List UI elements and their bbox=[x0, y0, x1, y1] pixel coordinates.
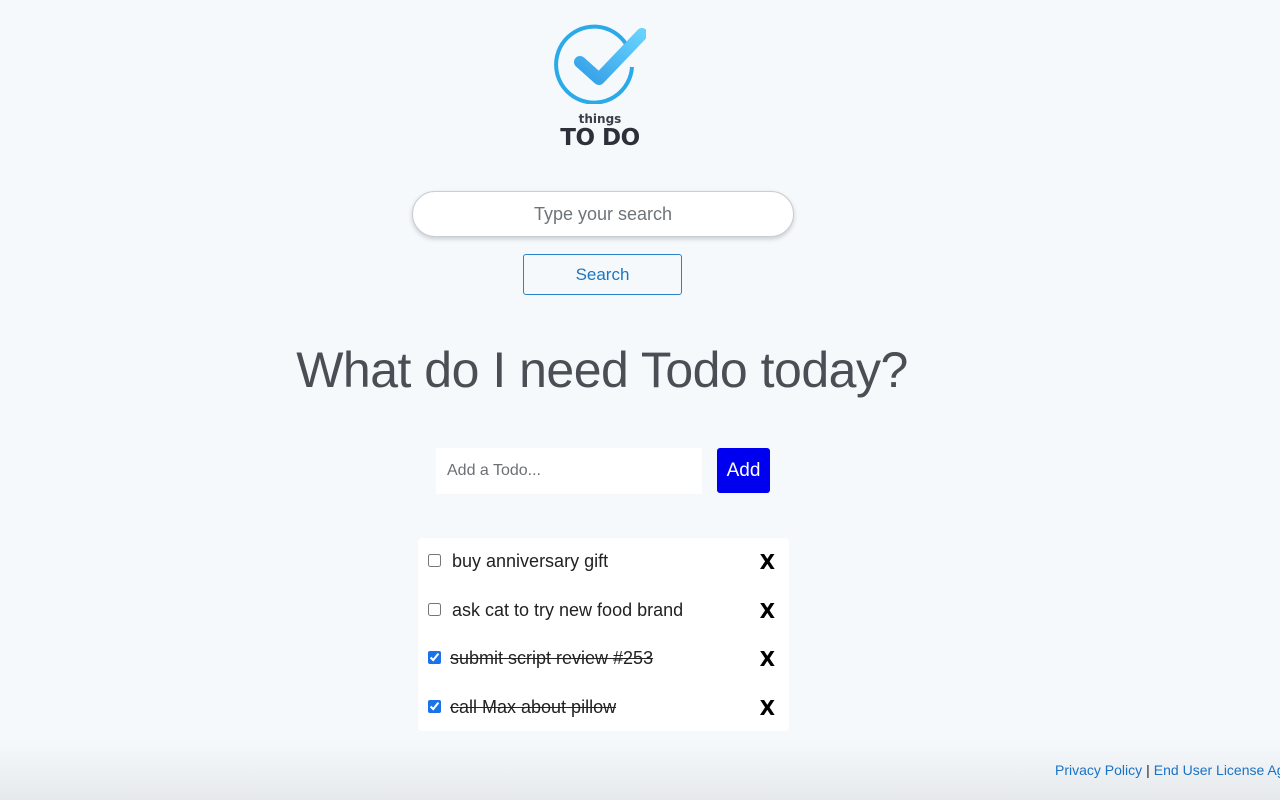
logo-title: TO DO bbox=[560, 125, 640, 151]
add-todo-input[interactable] bbox=[436, 448, 702, 494]
search-input[interactable] bbox=[412, 191, 794, 237]
todo-text: submit script review #253 bbox=[450, 648, 654, 668]
todo-text: call Max about pillow bbox=[450, 696, 617, 717]
checkmark-circle-icon bbox=[554, 24, 646, 104]
todo-text: buy anniversary gift bbox=[452, 551, 609, 571]
logo-small-text: things bbox=[578, 112, 622, 126]
app-logo: things TO DO bbox=[548, 22, 652, 150]
todo-checkbox[interactable] bbox=[428, 554, 441, 567]
todo-text: ask cat to try new food brand bbox=[452, 599, 684, 620]
todo-item: buy anniversary gift X bbox=[418, 538, 789, 587]
todo-checkbox[interactable] bbox=[428, 651, 441, 664]
delete-todo-button[interactable]: X bbox=[760, 647, 775, 671]
todo-item: call Max about pillow X bbox=[418, 684, 789, 733]
delete-todo-button[interactable]: X bbox=[760, 696, 775, 720]
add-todo-button[interactable]: Add bbox=[717, 448, 770, 493]
delete-todo-button[interactable]: X bbox=[760, 599, 775, 623]
footer: Privacy Policy|End User License Agreemen… bbox=[1055, 761, 1280, 779]
eula-link[interactable]: End User License Agreement bbox=[1154, 762, 1280, 778]
page-headline: What do I need Todo today? bbox=[296, 342, 908, 398]
todo-checkbox[interactable] bbox=[428, 699, 441, 713]
footer-separator: | bbox=[1146, 762, 1150, 778]
todo-checkbox[interactable] bbox=[428, 602, 441, 616]
todo-item: ask cat to try new food brand X bbox=[418, 587, 789, 636]
todo-list: buy anniversary gift X ask cat to try ne… bbox=[418, 538, 789, 731]
todo-item: submit script review #253 X bbox=[418, 635, 789, 684]
delete-todo-button[interactable]: X bbox=[760, 550, 775, 574]
search-button[interactable]: Search bbox=[523, 254, 682, 295]
privacy-policy-link[interactable]: Privacy Policy bbox=[1055, 762, 1142, 778]
